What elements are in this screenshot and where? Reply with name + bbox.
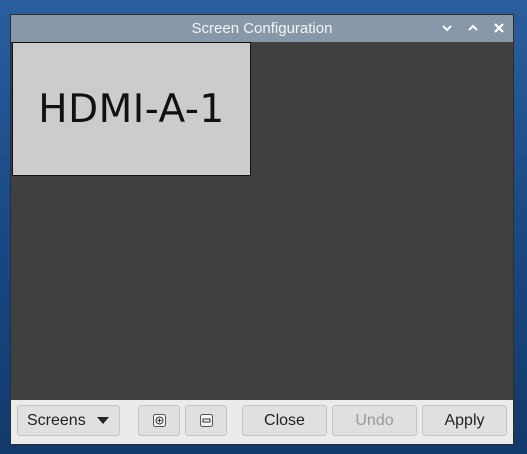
bottom-toolbar: Screens Close Undo Apply <box>11 400 513 444</box>
screen-configuration-window: Screen Configuration HDMI-A-1 Screens Cl… <box>11 15 513 444</box>
close-window-button[interactable] <box>489 18 509 38</box>
minimize-button[interactable] <box>437 18 457 38</box>
chevron-down-icon <box>442 25 452 32</box>
close-button[interactable]: Close <box>242 405 327 436</box>
apply-button[interactable]: Apply <box>422 405 507 436</box>
zoom-in-icon <box>152 414 166 427</box>
layout-canvas[interactable]: HDMI-A-1 <box>12 42 512 400</box>
screens-menu-button[interactable]: Screens <box>17 405 120 436</box>
monitor-hdmi-a-1[interactable]: HDMI-A-1 <box>12 42 251 176</box>
monitor-label: HDMI-A-1 <box>38 86 225 132</box>
maximize-button[interactable] <box>463 18 483 38</box>
chevron-up-icon <box>468 24 478 31</box>
zoom-in-button[interactable] <box>138 405 180 436</box>
screens-button-label: Screens <box>27 411 86 429</box>
zoom-out-button[interactable] <box>185 405 227 436</box>
title-bar[interactable]: Screen Configuration <box>11 15 513 42</box>
undo-button[interactable]: Undo <box>332 405 417 436</box>
close-icon <box>494 23 504 33</box>
caret-down-icon <box>96 417 109 424</box>
zoom-out-icon <box>199 414 213 427</box>
